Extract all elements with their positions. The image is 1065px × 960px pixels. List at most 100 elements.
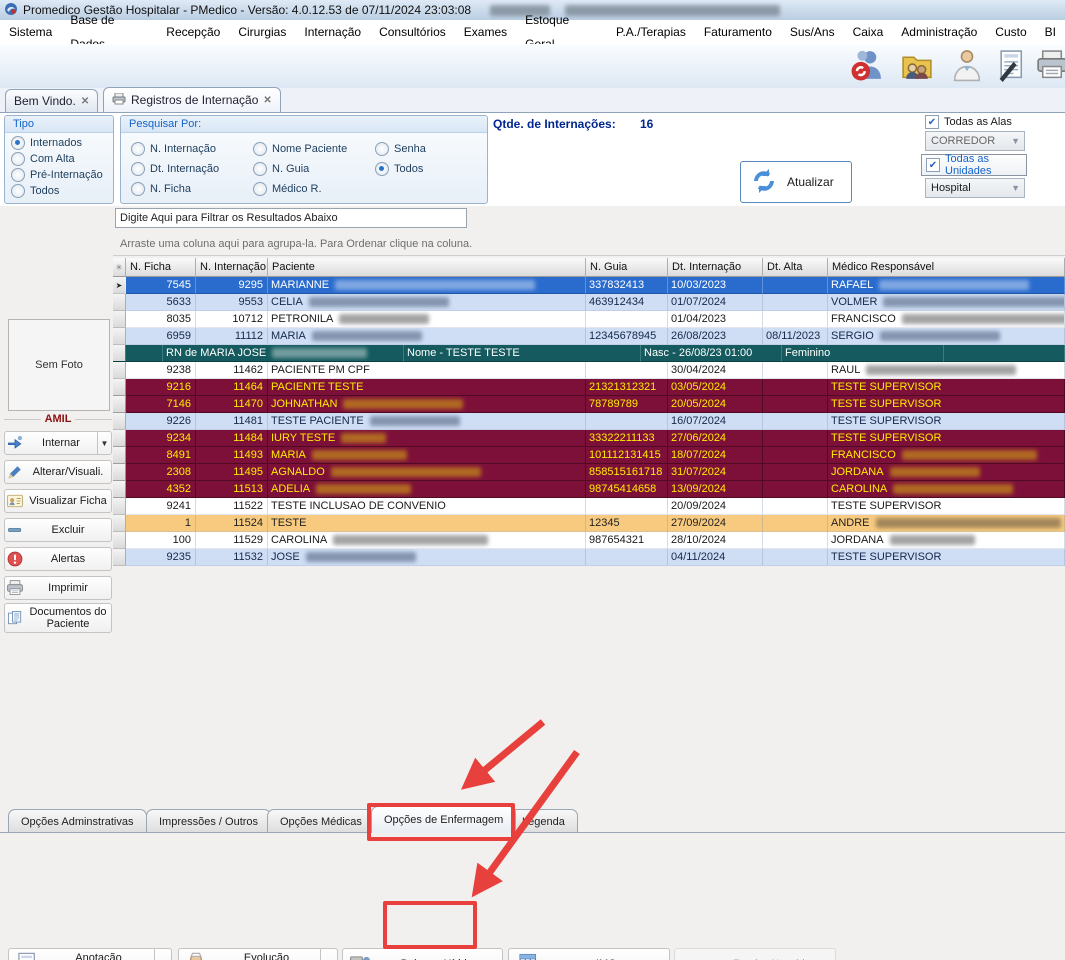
tipo-option-com-alta[interactable]: Com Alta [11, 152, 113, 166]
action-button-imc[interactable]: IMC [508, 948, 670, 960]
table-row[interactable]: 10011529CAROLINA98765432128/10/2024JORDA… [113, 532, 1065, 549]
table-row[interactable]: 923811462PACIENTE PM CPF30/04/2024RAUL [113, 362, 1065, 379]
bottom-tab-opcoes-adminstrativas[interactable]: Opções Adminstrativas [8, 809, 147, 833]
column-header-dt-alta[interactable]: Dt. Alta [763, 258, 828, 277]
action-button-anotacao-enfermagem[interactable]: Anotação Enfermagem▼ [8, 948, 172, 960]
menu-internacao[interactable]: Internação [295, 20, 370, 44]
table-row[interactable]: 849111493MARIA10111213141518/07/2024FRAN… [113, 447, 1065, 464]
grid-filter-input[interactable] [115, 208, 467, 228]
table-row-rn-detail[interactable]: RN de MARIA JOSENome - TESTE TESTENasc -… [113, 345, 1065, 362]
unidade-dropdown[interactable]: Hospital▼ [925, 178, 1025, 198]
column-header-n-internacao[interactable]: N. Internação [196, 258, 268, 277]
menu-recepcao[interactable]: Recepção [157, 20, 229, 44]
menu-sus-ans[interactable]: Sus/Ans [781, 20, 844, 44]
menu-custo[interactable]: Custo [986, 20, 1035, 44]
menu-bi[interactable]: BI [1036, 20, 1065, 44]
action-button-balanco-hidrico[interactable]: Balanço Hídrico [342, 948, 503, 960]
menu-sistema[interactable]: Sistema [0, 20, 61, 44]
pesquisar-option-n-ficha[interactable]: N. Ficha [131, 179, 253, 199]
todas-as-unidades-checkbox[interactable]: ✔ [926, 158, 940, 172]
cell-text: TESTE [271, 517, 306, 529]
option-label: N. Guia [272, 163, 309, 175]
grid-header: ✳N. FichaN. InternaçãoPacienteN. GuiaDt.… [113, 258, 1065, 277]
tipo-option-todos[interactable]: Todos [11, 184, 113, 198]
cell-text: 01/04/2023 [671, 313, 726, 325]
patients-folder-icon[interactable] [900, 48, 936, 84]
bottom-tab-opcoes-de-enfermagem[interactable]: Opções de Enfermagem [371, 806, 516, 833]
table-row[interactable]: 714611470JOHNATHAN7878978920/05/2024TEST… [113, 396, 1065, 413]
table-row[interactable]: 922611481TESTE PACIENTE16/07/2024TESTE S… [113, 413, 1065, 430]
pesquisar-option-medico-r[interactable]: Médico R. [253, 179, 375, 199]
pesquisar-option-senha[interactable]: Senha [375, 139, 497, 159]
pesquisar-option-nome-paciente[interactable]: Nome Paciente [253, 139, 375, 159]
printer-icon[interactable] [1035, 48, 1065, 84]
table-row[interactable]: 921611464PACIENTE TESTE2132131232103/05/… [113, 379, 1065, 396]
menu-p-a-terapias[interactable]: P.A./Terapias [607, 20, 695, 44]
column-header-paciente[interactable]: Paciente [268, 258, 586, 277]
todas-as-alas-option[interactable]: ✔ Todas as Alas [925, 115, 1012, 129]
table-row[interactable]: 923411484IURY TESTE3332221113327/06/2024… [113, 430, 1065, 447]
table-row[interactable]: 111524TESTE1234527/09/2024ANDRE [113, 515, 1065, 532]
cell-text: 4352 [167, 483, 191, 495]
menu-consultorios[interactable]: Consultórios [370, 20, 455, 44]
bottom-tab-opcoes-medicas[interactable]: Opções Médicas [267, 809, 375, 833]
ala-dropdown[interactable]: CORREDOR▼ [925, 131, 1025, 151]
column-header-dt-internacao[interactable]: Dt. Internação [668, 258, 763, 277]
radio-icon [11, 168, 25, 182]
internar-icon [5, 434, 25, 452]
sidebar-button-alterar-visuali[interactable]: Alterar/Visuali. [4, 460, 112, 484]
pesquisar-option-todos[interactable]: Todos [375, 159, 497, 179]
chevron-down-icon[interactable]: ▼ [320, 949, 337, 960]
pesquisar-option-n-guia[interactable]: N. Guia [253, 159, 375, 179]
table-row[interactable]: 435211513ADELIA9874541465813/09/2024CARO… [113, 481, 1065, 498]
table-row[interactable]: 230811495AGNALDO85851516171831/07/2024JO… [113, 464, 1065, 481]
cell-text: 9234 [167, 432, 191, 444]
todas-as-unidades-option[interactable]: ✔ Todas as Unidades [921, 154, 1027, 176]
sidebar-button-internar[interactable]: Internar▼ [4, 431, 112, 455]
todas-as-alas-checkbox[interactable]: ✔ [925, 115, 939, 129]
table-row[interactable]: 924111522TESTE INCLUSAO DE CONVENIO20/09… [113, 498, 1065, 515]
pesquisar-option-dt-internacao[interactable]: Dt. Internação [131, 159, 253, 179]
table-row[interactable]: 695911112MARIA1234567894526/08/202308/11… [113, 328, 1065, 345]
table-row[interactable]: 56339553CELIA46391243401/07/2024VOLMER [113, 294, 1065, 311]
menu-cirurgias[interactable]: Cirurgias [229, 20, 295, 44]
close-icon[interactable]: ✕ [263, 95, 271, 106]
sidebar-button-visualizar-ficha[interactable]: Visualizar Ficha [4, 489, 112, 513]
bottom-tab-legenda[interactable]: Legenda [509, 809, 578, 833]
option-label: N. Internação [150, 143, 216, 155]
sidebar-button-documentos-do-paciente[interactable]: Documentos do Paciente [4, 603, 112, 633]
chevron-down-icon[interactable]: ▼ [97, 432, 111, 454]
doctor-icon[interactable] [950, 48, 986, 84]
tab-bem-vindo[interactable]: Bem Vindo. ✕ [5, 89, 98, 112]
menu-faturamento[interactable]: Faturamento [695, 20, 781, 44]
atualizar-button[interactable]: Atualizar [740, 161, 852, 203]
column-header-n-ficha[interactable]: N. Ficha [126, 258, 196, 277]
tab-registros-de-internacao[interactable]: Registros de Internação ✕ [103, 87, 281, 112]
cell-text: SERGIO [831, 330, 874, 342]
column-header-medico-responsavel[interactable]: Médico Responsável [828, 258, 1065, 277]
pesquisar-option-n-internacao[interactable]: N. Internação [131, 139, 253, 159]
radio-icon [131, 142, 145, 156]
menu-administracao[interactable]: Administração [892, 20, 986, 44]
chevron-down-icon[interactable]: ▼ [154, 949, 171, 960]
table-row[interactable]: 803510712PETRONILA01/04/2023FRANCISCO [113, 311, 1065, 328]
report-icon[interactable] [995, 48, 1031, 84]
menu-caixa[interactable]: Caixa [844, 20, 893, 44]
sidebar-button-excluir[interactable]: Excluir [4, 518, 112, 542]
redacted-text [893, 484, 1013, 494]
action-button-evolucao-enfermagem[interactable]: Evolução Enfermagem▼ [178, 948, 338, 960]
menu-exames[interactable]: Exames [455, 20, 516, 44]
sidebar-button-imprimir[interactable]: Imprimir [4, 576, 112, 600]
bottom-tab-impressoes-outros[interactable]: Impressões / Outros [146, 809, 271, 833]
sidebar-button-alertas[interactable]: Alertas [4, 547, 112, 571]
button-label: Anotação Enfermagem [43, 952, 154, 960]
table-row[interactable]: ➤75459295MARIANNE33783241310/03/2023RAFA… [113, 277, 1065, 294]
tipo-option-internados[interactable]: Internados [11, 136, 113, 150]
sync-users-icon[interactable] [850, 48, 886, 84]
column-header-n-guia[interactable]: N. Guia [586, 258, 668, 277]
cell-text: 7545 [167, 279, 191, 291]
grid-group-hint[interactable]: Arraste uma coluna aqui para agrupa-la. … [113, 232, 1065, 256]
close-icon[interactable]: ✕ [81, 96, 89, 107]
table-row[interactable]: 923511532JOSE04/11/2024TESTE SUPERVISOR [113, 549, 1065, 566]
tipo-option-pre-internacao[interactable]: Pré-Internação [11, 168, 113, 182]
